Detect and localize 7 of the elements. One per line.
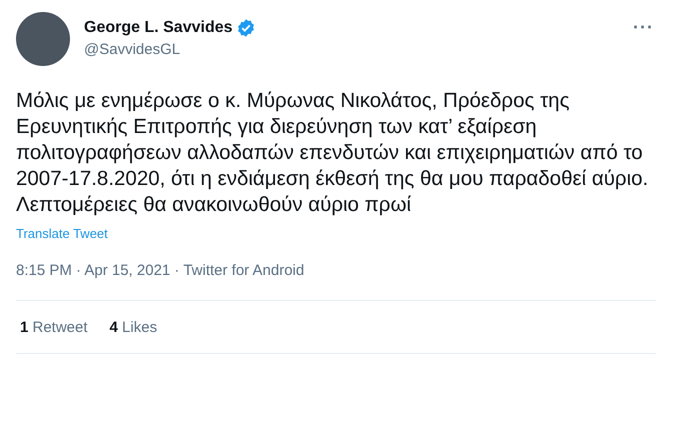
engagement-count-link[interactable]: 4 Likes: [110, 319, 158, 336]
author-name[interactable]: George L. Savvides: [84, 19, 233, 37]
tweet-timestamp: 8:15 PM · Apr 15, 2021 · Twitter for Android: [16, 262, 656, 301]
engagement-count-link[interactable]: 1 Retweet: [20, 319, 88, 336]
avatar-photo-placeholder[interactable]: [16, 12, 70, 66]
author-handle[interactable]: @SavvidesGL: [84, 41, 256, 58]
tweet-text: Μόλις με ενημέρωσε ο κ. Μύρωνας Νικολάτος, Πρόεδρος της Ερευνητικής Επιτροπής για διερεύνηση των κατ’ εξαίρεση πολιτογραφήσεων αλλοδαπών επενδυτών και επιχειρηματιών από το 2007-17.8.2020, ότι η ενδιάμεση έκθεσή της θα μου παραδοθεί αύριο. Λεπτομέρειες θα ανακοινωθούν αύριο πρωί: [16, 88, 650, 218]
